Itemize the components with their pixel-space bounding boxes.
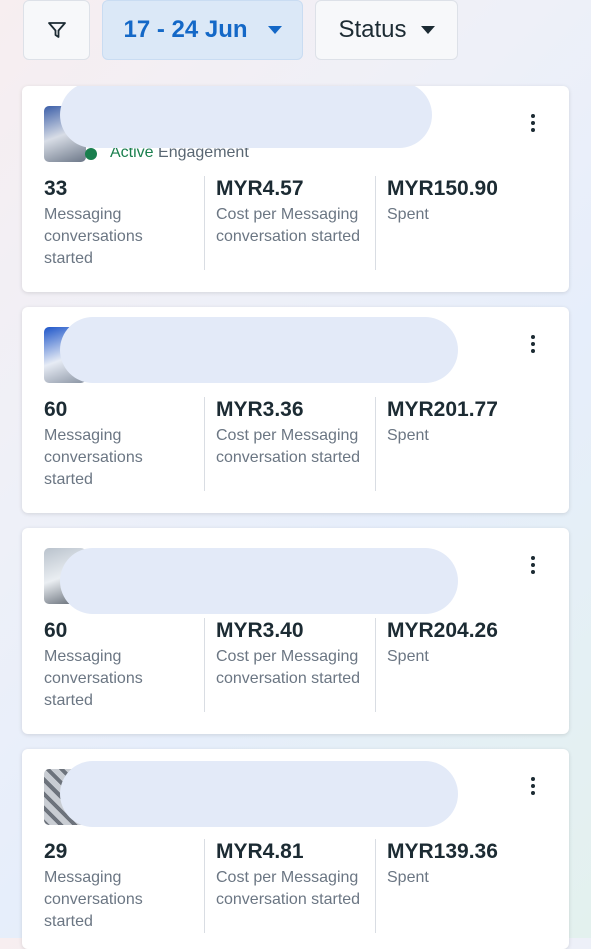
caret-down-icon	[420, 26, 435, 34]
more-options-icon[interactable]	[523, 112, 543, 134]
metrics-row: 60 Messaging conversations started MYR3.…	[22, 397, 569, 491]
redacted-campaign-name	[60, 548, 458, 614]
metric-label: Cost per Messaging conversation started	[216, 427, 361, 466]
status-dropdown-label: Status	[338, 16, 407, 43]
campaign-card[interactable]: 29 Messaging conversations started MYR4.…	[22, 749, 569, 949]
metric-label: Spent	[387, 206, 429, 223]
metric-label: Cost per Messaging conversation started	[216, 206, 361, 245]
campaign-card[interactable]: 60 Messaging conversations started MYR3.…	[22, 528, 569, 734]
metric-label: Spent	[387, 427, 429, 444]
metric-label: Messaging conversations started	[44, 648, 143, 709]
metric-label: Messaging conversations started	[44, 427, 143, 488]
metric-value: 60	[44, 619, 68, 642]
metric-results: 60 Messaging conversations started	[44, 618, 204, 712]
metric-value: MYR3.40	[216, 619, 304, 642]
status-active-dot	[85, 148, 97, 160]
metric-spent: MYR201.77 Spent	[375, 397, 545, 491]
metric-label: Messaging conversations started	[44, 206, 143, 267]
metric-value: 29	[44, 840, 68, 863]
filter-funnel-icon	[47, 22, 66, 38]
metric-value: MYR139.36	[387, 840, 498, 863]
more-options-icon[interactable]	[523, 554, 543, 576]
metrics-row: 60 Messaging conversations started MYR3.…	[22, 618, 569, 712]
metric-value: MYR201.77	[387, 398, 498, 421]
metric-cost-per-result: MYR4.81 Cost per Messaging conversation …	[204, 839, 375, 933]
metric-cost-per-result: MYR3.36 Cost per Messaging conversation …	[204, 397, 375, 491]
metric-spent: MYR204.26 Spent	[375, 618, 545, 712]
metric-label: Cost per Messaging conversation started	[216, 869, 361, 908]
metric-value: MYR4.81	[216, 840, 304, 863]
filter-toolbar: 17 - 24 Jun Status	[0, 0, 591, 62]
metric-value: MYR150.90	[387, 177, 498, 200]
campaign-card[interactable]: Active Engagement 33 Messaging conversat…	[22, 86, 569, 292]
metric-value: MYR4.57	[216, 177, 304, 200]
metric-value: 60	[44, 398, 68, 421]
metric-results: 29 Messaging conversations started	[44, 839, 204, 933]
status-dropdown[interactable]: Status	[315, 0, 458, 60]
more-options-icon[interactable]	[523, 333, 543, 355]
date-range-label: 17 - 24 Jun	[123, 16, 248, 43]
redacted-campaign-name	[60, 761, 458, 827]
more-options-icon[interactable]	[523, 775, 543, 797]
filter-button[interactable]	[23, 0, 90, 60]
metric-value: MYR204.26	[387, 619, 498, 642]
metric-value: MYR3.36	[216, 398, 304, 421]
date-range-dropdown[interactable]: 17 - 24 Jun	[102, 0, 303, 60]
metric-cost-per-result: MYR3.40 Cost per Messaging conversation …	[204, 618, 375, 712]
campaign-card[interactable]: 60 Messaging conversations started MYR3.…	[22, 307, 569, 513]
metric-cost-per-result: MYR4.57 Cost per Messaging conversation …	[204, 176, 375, 270]
metric-label: Spent	[387, 648, 429, 665]
redacted-campaign-name	[60, 86, 432, 148]
metric-results: 33 Messaging conversations started	[44, 176, 204, 270]
caret-down-icon	[267, 26, 282, 34]
metric-label: Messaging conversations started	[44, 869, 143, 930]
metrics-row: 29 Messaging conversations started MYR4.…	[22, 839, 569, 933]
metric-results: 60 Messaging conversations started	[44, 397, 204, 491]
metric-label: Cost per Messaging conversation started	[216, 648, 361, 687]
metric-spent: MYR139.36 Spent	[375, 839, 545, 933]
redacted-campaign-name	[60, 317, 458, 383]
metric-label: Spent	[387, 869, 429, 886]
metrics-row: 33 Messaging conversations started MYR4.…	[22, 176, 569, 270]
metric-spent: MYR150.90 Spent	[375, 176, 545, 270]
metric-value: 33	[44, 177, 68, 200]
